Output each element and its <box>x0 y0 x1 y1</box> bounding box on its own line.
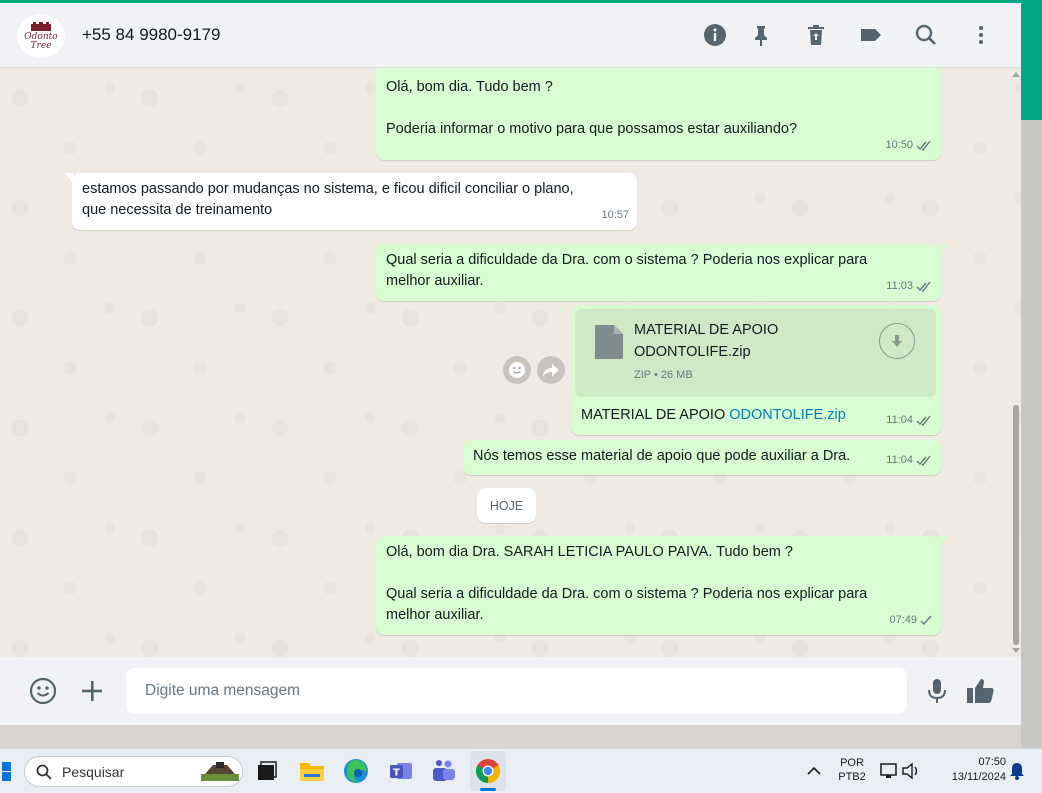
language-indicator[interactable]: POR PTB2 <box>836 757 868 783</box>
compose-bar <box>0 657 1021 725</box>
message-meta: 10:57 <box>601 205 629 226</box>
emoji-icon <box>509 362 525 378</box>
delete-icon[interactable] <box>803 22 829 48</box>
message-bubble-incoming[interactable]: estamos passando por mudanças no sistema… <box>65 173 637 230</box>
task-view-icon[interactable] <box>252 757 280 785</box>
thumbs-up-icon[interactable] <box>965 676 995 706</box>
scroll-down-arrow[interactable] <box>1012 648 1020 653</box>
bubble-tail <box>940 244 948 254</box>
file-caption: MATERIAL DE APOIO ODONTOLIFE.zip <box>581 405 846 426</box>
message-meta: 11:03 <box>886 276 933 297</box>
system-clock[interactable]: 07:50 13/11/2024 <box>932 756 1006 783</box>
clock-date: 13/11/2024 <box>951 771 1006 783</box>
bubble-tail <box>940 536 948 546</box>
double-check-icon <box>916 281 931 292</box>
file-icon <box>595 325 623 359</box>
message-input[interactable] <box>126 668 907 714</box>
search-icon[interactable] <box>913 22 939 48</box>
plus-icon[interactable] <box>77 676 107 706</box>
message-meta: 11:04 <box>886 450 933 471</box>
search-highlight-icon <box>201 762 239 781</box>
date-divider: HOJE <box>477 488 536 523</box>
file-name: MATERIAL DE APOIO ODONTOLIFE.zip <box>634 322 779 360</box>
mic-icon[interactable] <box>922 676 952 706</box>
taskbar-search[interactable]: Pesquisar <box>24 756 243 787</box>
message-time: 11:03 <box>886 280 913 292</box>
message-list[interactable]: Olá, bom dia. Tudo bem ? Poderia informa… <box>0 68 1021 657</box>
scrollbar-thumb[interactable] <box>1013 405 1019 645</box>
message-time: 07:49 <box>889 614 917 626</box>
message-time: 10:57 <box>601 209 629 221</box>
emoji-icon[interactable] <box>28 676 58 706</box>
svg-text:T: T <box>393 768 400 779</box>
clock-time: 07:50 <box>978 756 1006 768</box>
message-bubble-file[interactable]: MATERIAL DE APOIO ODONTOLIFE.zip ZIP • 2… <box>571 305 941 435</box>
window-edge-accent <box>1021 0 1042 120</box>
menu-icon[interactable] <box>968 22 994 48</box>
window-edge <box>1021 120 1042 748</box>
file-attachment[interactable]: MATERIAL DE APOIO ODONTOLIFE.zip ZIP • 2… <box>575 309 936 397</box>
message-text: estamos passando por mudanças no sistema… <box>82 181 574 218</box>
message-text: Olá, bom dia Dra. SARAH LETICIA PAULO PA… <box>386 544 868 623</box>
message-text: Nós temos esse material de apoio que pod… <box>473 448 851 464</box>
teams-classic-icon[interactable]: T <box>387 757 415 785</box>
language-code: POR <box>840 757 864 769</box>
single-check-icon <box>920 615 932 626</box>
bubble-tail <box>65 173 73 183</box>
volume-icon[interactable] <box>897 757 925 785</box>
forward-icon <box>543 364 559 377</box>
download-button[interactable] <box>879 323 915 359</box>
message-meta: 07:49 <box>889 610 933 631</box>
file-caption-link[interactable]: ODONTOLIFE.zip <box>729 407 846 423</box>
start-button[interactable] <box>0 757 14 785</box>
chevron-up-icon[interactable] <box>800 757 828 785</box>
windows-logo-icon <box>2 762 11 781</box>
message-bubble-outgoing[interactable]: Olá, bom dia Dra. SARAH LETICIA PAULO PA… <box>376 536 948 635</box>
file-explorer-icon[interactable] <box>298 757 326 785</box>
double-check-icon <box>916 455 931 466</box>
notification-bell-icon[interactable] <box>1003 757 1031 785</box>
whatsapp-window: Odonto Tree +55 84 9980-9179 Olá, bom di… <box>0 0 1021 725</box>
keyboard-layout: PTB2 <box>838 771 866 783</box>
windows-taskbar: Pesquisar T POR PTB2 07:50 13/11/2024 <box>0 748 1042 793</box>
message-meta: 11:04 <box>886 410 933 431</box>
message-bubble-outgoing[interactable]: Olá, bom dia. Tudo bem ? Poderia informa… <box>376 68 941 160</box>
message-text: Olá, bom dia. Tudo bem ? Poderia informa… <box>386 79 798 137</box>
scroll-up-arrow[interactable] <box>1012 72 1020 77</box>
message-text: Qual seria a dificuldade da Dra. com o s… <box>386 252 868 289</box>
pin-icon[interactable] <box>748 22 774 48</box>
contact-name[interactable]: +55 84 9980-9179 <box>82 25 221 45</box>
message-time: 11:04 <box>886 414 913 426</box>
active-app-indicator <box>480 788 496 791</box>
message-bubble-outgoing[interactable]: Nós temos esse material de apoio que pod… <box>463 440 941 475</box>
message-time: 10:50 <box>885 139 913 151</box>
edge-browser-icon[interactable] <box>342 757 370 785</box>
download-icon <box>892 335 902 347</box>
teams-icon[interactable] <box>430 757 458 785</box>
avatar-text-line-2: Tree <box>30 41 52 51</box>
file-caption-text: MATERIAL DE APOIO <box>581 407 730 423</box>
message-bubble-outgoing[interactable]: Qual seria a dificuldade da Dra. com o s… <box>376 244 948 301</box>
chrome-icon[interactable] <box>474 757 502 785</box>
react-emoji-button[interactable] <box>503 356 531 384</box>
forward-button[interactable] <box>537 356 565 384</box>
file-meta: ZIP • 26 MB <box>634 369 693 381</box>
double-check-icon <box>916 140 931 151</box>
message-meta: 10:50 <box>885 135 933 156</box>
contact-avatar[interactable]: Odonto Tree <box>17 14 65 58</box>
double-check-icon <box>916 415 931 426</box>
info-icon[interactable] <box>702 22 728 48</box>
search-label: Pesquisar <box>62 764 125 780</box>
search-icon <box>36 764 52 780</box>
chat-header: Odonto Tree +55 84 9980-9179 <box>0 3 1021 68</box>
message-time: 11:04 <box>886 454 913 466</box>
label-icon[interactable] <box>858 22 884 48</box>
